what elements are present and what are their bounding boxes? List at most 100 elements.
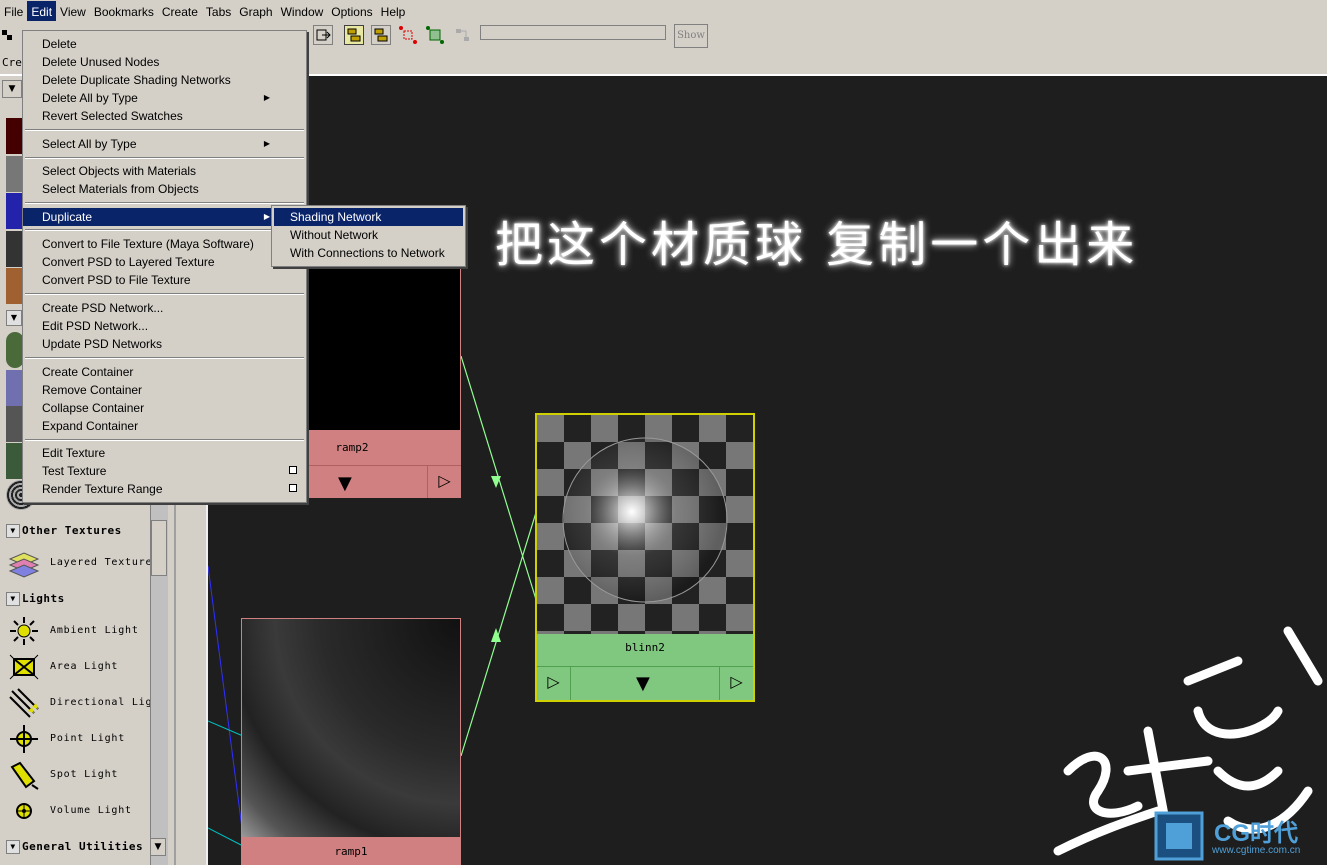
panel-dropdown-button[interactable]: ▼ xyxy=(2,80,22,98)
menu-options[interactable]: Options xyxy=(327,1,376,21)
node-blinn2[interactable]: blinn2 ▷ ▼ ▷ xyxy=(535,413,755,702)
show-button[interactable]: Show xyxy=(674,24,708,48)
section-other-textures[interactable]: ▼ Other Textures xyxy=(6,522,148,540)
menu-create[interactable]: Create xyxy=(158,1,202,21)
menu-graph[interactable]: Graph xyxy=(235,1,276,21)
menu-item-update-psd-networks[interactable]: Update PSD Networks xyxy=(23,335,306,353)
output-port-icon[interactable]: ▷ xyxy=(427,465,461,498)
menu-item-delete-all-by-type[interactable]: Delete All by Type ▶ xyxy=(23,89,306,107)
menu-view[interactable]: View xyxy=(56,1,90,21)
chevron-down-icon[interactable]: ▼ xyxy=(6,592,20,606)
material-swatch xyxy=(537,415,753,634)
brand-logo: CG时代 www.cgtime.com.cn xyxy=(1150,805,1327,865)
menu-item-duplicate[interactable]: Duplicate ▶ xyxy=(23,208,306,226)
input-output-button[interactable] xyxy=(313,25,333,45)
menu-item-remove-container[interactable]: Remove Container xyxy=(23,381,306,399)
menu-item-revert-selected-swatches[interactable]: Revert Selected Swatches xyxy=(23,107,306,125)
menu-item-delete[interactable]: Delete xyxy=(23,35,306,53)
menu-separator xyxy=(25,229,304,231)
menu-help[interactable]: Help xyxy=(377,1,410,21)
graph-downstream-icon[interactable] xyxy=(425,25,445,45)
list-item-spot-light[interactable]: Spot Light xyxy=(6,757,150,793)
section-general-utilities[interactable]: ▼ General Utilities xyxy=(6,838,148,856)
area-light-icon xyxy=(8,651,40,683)
list-item-volume-light[interactable]: Volume Light xyxy=(6,793,150,829)
menu-item-select-all-by-type[interactable]: Select All by Type ▶ xyxy=(23,135,306,153)
menu-separator xyxy=(25,129,304,131)
output-port-icon[interactable]: ▷ xyxy=(719,666,753,700)
input-port-icon[interactable]: ▷ xyxy=(537,666,571,700)
menu-item-collapse-container[interactable]: Collapse Container xyxy=(23,399,306,417)
volume-light-icon xyxy=(8,795,40,827)
submenu-item-with-connections[interactable]: With Connections to Network xyxy=(274,244,463,262)
node-label: blinn2 xyxy=(537,634,753,666)
checker-icon[interactable] xyxy=(0,26,16,42)
ambient-light-icon xyxy=(8,615,40,647)
submenu-arrow-icon: ▶ xyxy=(263,93,270,102)
menu-separator xyxy=(25,439,304,441)
scroll-down-button[interactable]: ▼ xyxy=(150,838,166,856)
graph-network-icon xyxy=(452,25,472,45)
menu-item-delete-duplicate-shading-networks[interactable]: Delete Duplicate Shading Networks xyxy=(23,71,306,89)
submenu-arrow-icon: ▶ xyxy=(263,212,270,221)
hypershade-graph[interactable]: ramp2 ▼ ▷ blinn2 ▷ ▼ ▷ ramp1 xyxy=(208,76,1327,865)
menu-tabs[interactable]: Tabs xyxy=(202,1,235,21)
menu-item-select-materials-from-objects[interactable]: Select Materials from Objects xyxy=(23,180,306,198)
annotation-text: 把这个材质球 复制一个出来 xyxy=(495,217,1139,273)
create-panel-label: Cre xyxy=(2,56,22,69)
spot-light-icon xyxy=(8,759,40,791)
menu-bookmarks[interactable]: Bookmarks xyxy=(90,1,158,21)
chevron-down-icon[interactable]: ▼ xyxy=(6,524,20,538)
menu-file[interactable]: File xyxy=(0,1,27,21)
menu-separator xyxy=(25,293,304,295)
menu-item-create-psd-network[interactable]: Create PSD Network... xyxy=(23,299,306,317)
directional-light-icon xyxy=(8,687,40,719)
menu-separator xyxy=(25,357,304,359)
list-item-point-light[interactable]: Point Light xyxy=(6,721,150,757)
section-lights[interactable]: ▼ Lights xyxy=(6,590,148,608)
expand-arrow-icon[interactable]: ▼ xyxy=(636,673,650,694)
menu-item-create-container[interactable]: Create Container xyxy=(23,363,306,381)
node-swatch xyxy=(241,618,461,838)
menu-separator xyxy=(25,202,304,204)
list-item-layered-texture[interactable]: Layered Texture xyxy=(6,545,150,581)
submenu-arrow-icon: ▶ xyxy=(263,139,270,148)
list-item-area-light[interactable]: Area Light xyxy=(6,649,150,685)
menu-item-expand-container[interactable]: Expand Container xyxy=(23,417,306,435)
node-ramp1[interactable]: ramp1 xyxy=(241,618,461,865)
option-box-icon[interactable] xyxy=(289,484,297,492)
layered-texture-icon xyxy=(8,547,40,579)
menu-item-select-objects-with-materials[interactable]: Select Objects with Materials xyxy=(23,162,306,180)
graph-upstream-icon[interactable] xyxy=(398,25,418,45)
point-light-icon xyxy=(8,723,40,755)
submenu-item-without-network[interactable]: Without Network xyxy=(274,226,463,244)
menu-item-test-texture[interactable]: Test Texture xyxy=(23,462,306,480)
logo-url: www.cgtime.com.cn xyxy=(1212,845,1301,856)
submenu-item-shading-network[interactable]: Shading Network xyxy=(274,208,463,226)
graph-layout-icon[interactable] xyxy=(344,25,364,45)
menu-item-delete-unused-nodes[interactable]: Delete Unused Nodes xyxy=(23,53,306,71)
node-label: ramp1 xyxy=(241,838,461,865)
expand-arrow-icon[interactable]: ▼ xyxy=(338,473,352,494)
scrollbar-thumb[interactable] xyxy=(151,520,167,576)
menu-item-edit-texture[interactable]: Edit Texture xyxy=(23,444,306,462)
menu-item-edit-psd-network[interactable]: Edit PSD Network... xyxy=(23,317,306,335)
list-item-ambient-light[interactable]: Ambient Light xyxy=(6,613,150,649)
menu-item-convert-psd-to-layered-texture[interactable]: Convert PSD to Layered Texture xyxy=(23,253,306,271)
logo-brand: CG时代 xyxy=(1214,820,1298,847)
edit-menu-dropdown: Delete Delete Unused Nodes Delete Duplic… xyxy=(22,30,307,503)
menu-item-render-texture-range[interactable]: Render Texture Range xyxy=(23,480,306,498)
menu-item-convert-psd-to-file-texture[interactable]: Convert PSD to File Texture xyxy=(23,271,306,289)
option-box-icon[interactable] xyxy=(289,466,297,474)
chevron-down-icon[interactable]: ▼ xyxy=(6,840,20,854)
section-toggle[interactable]: ▼ xyxy=(6,310,22,326)
list-item-directional-light[interactable]: Directional Ligh xyxy=(6,685,150,721)
menubar: File Edit View Bookmarks Create Tabs Gra… xyxy=(0,0,1327,23)
duplicate-submenu: Shading Network Without Network With Con… xyxy=(271,205,466,267)
progress-field xyxy=(480,25,666,40)
menu-edit[interactable]: Edit xyxy=(27,1,57,21)
menu-item-convert-to-file-texture[interactable]: Convert to File Texture (Maya Software) xyxy=(23,235,306,253)
logo-icon xyxy=(1154,811,1204,861)
menu-window[interactable]: Window xyxy=(277,1,328,21)
graph-layout-alt-icon[interactable] xyxy=(371,25,391,45)
